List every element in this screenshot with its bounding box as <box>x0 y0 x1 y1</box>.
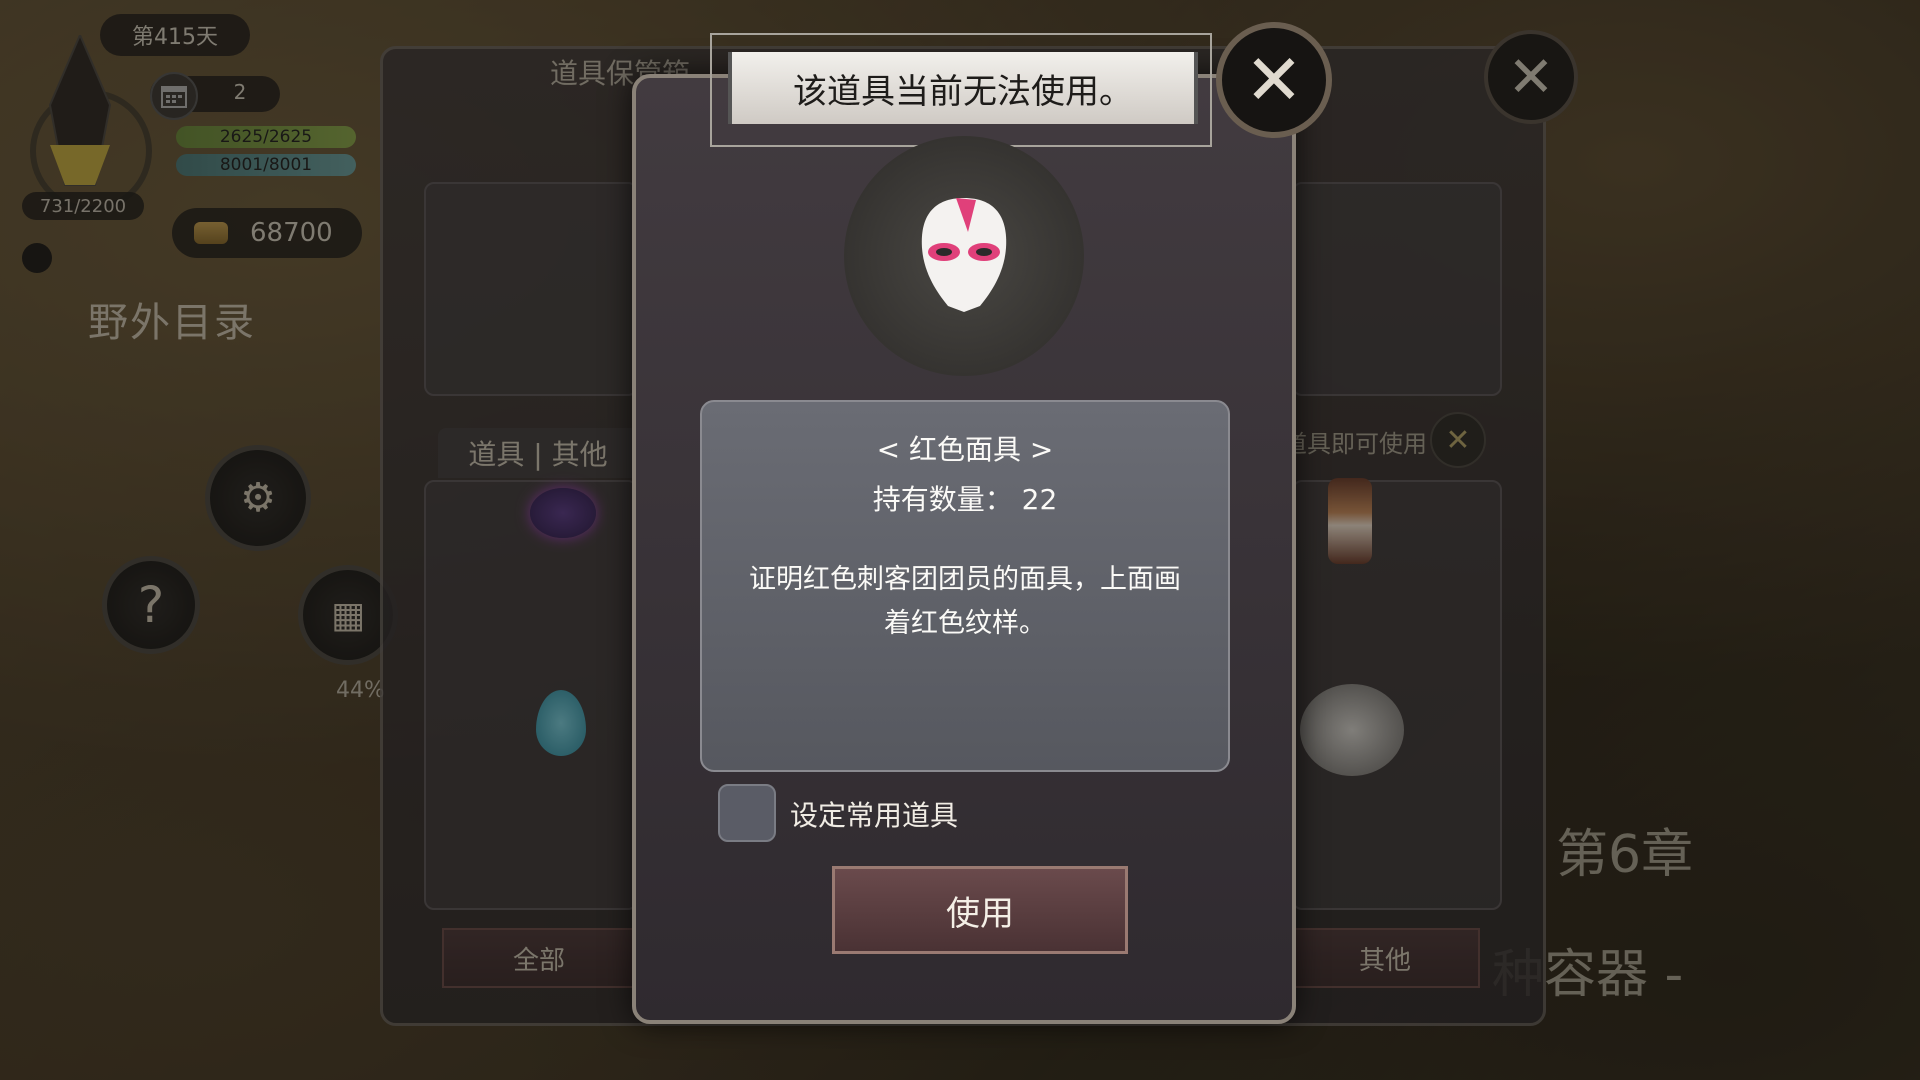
item-description: 证明红色刺客团团员的面具，上面画着红色纹样。 <box>749 564 1181 639</box>
item-quantity: 持有数量： 22 <box>872 483 1058 516</box>
favorite-label: 设定常用道具 <box>790 799 959 832</box>
item-preview <box>844 136 1084 376</box>
item-name: < 红色面具 > <box>876 433 1054 466</box>
use-button[interactable]: 使用 <box>832 866 1128 954</box>
modal-close-icon[interactable]: ✕ <box>1216 22 1332 138</box>
cannot-use-message: 该道具当前无法使用。 <box>728 52 1198 124</box>
item-description-box: < 红色面具 > 持有数量： 22 证明红色刺客团团员的面具，上面画着红色纹样。 <box>700 400 1230 772</box>
red-mask-icon <box>921 198 1007 312</box>
favorite-checkbox[interactable] <box>718 784 776 842</box>
